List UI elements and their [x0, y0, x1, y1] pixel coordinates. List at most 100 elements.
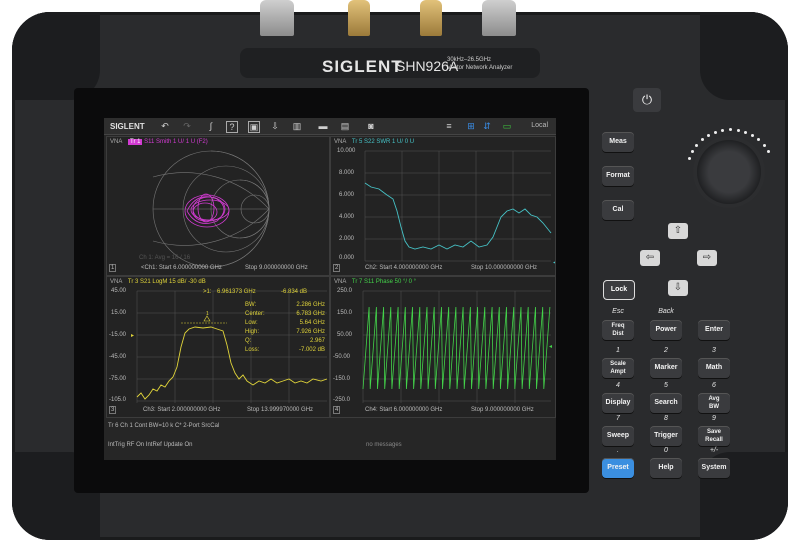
num-label: 6	[712, 382, 716, 389]
vna-display[interactable]: SIGLENT ↶ ↷ ∫ ? ▣ ⇩ ▥ ▬ ▤ ◙ ≡ ⊞ ⇵ ▭ Loca…	[104, 118, 556, 460]
menu-icon[interactable]: ≡	[444, 121, 454, 131]
y-tick: -75.00	[109, 376, 127, 382]
enter-button[interactable]: Enter	[698, 320, 730, 340]
freq-dist-button[interactable]: Freq Dist	[602, 320, 634, 340]
pane-swr[interactable]: VNA Tr 5 S22 SWR 1 U/ 0 U ◂ 10.000 8.00	[330, 136, 556, 276]
pane-number: 3	[109, 406, 117, 414]
trash-icon[interactable]: ▥	[292, 121, 302, 131]
arrow-down-icon: ⇩	[673, 282, 683, 293]
preset-button[interactable]: Preset	[602, 458, 634, 478]
pane-stop-freq: Stop 13.999970000 GHz	[247, 407, 314, 413]
pane-overlay-text: Ch 1: Avg = 16 / 16	[139, 255, 191, 261]
trigger-button[interactable]: Trigger	[650, 426, 682, 446]
help-doc-icon[interactable]: ?	[226, 121, 238, 133]
y-tick: -105.0	[109, 397, 127, 403]
bumper-top-right	[700, 12, 788, 100]
pane-start-freq: Ch3: Start 2.000000000 GHz	[143, 407, 221, 413]
marker-icon[interactable]: ⇩	[270, 121, 280, 131]
marker-freq: 6.961373 GHz	[217, 289, 256, 295]
brand-logo: SIGLENT	[322, 57, 403, 76]
open-folder-icon[interactable]: ▬	[318, 121, 328, 131]
stat-row: Low: 5.64 GHz	[245, 320, 325, 326]
undo-icon[interactable]: ↶	[160, 121, 170, 131]
svg-text:1: 1	[206, 311, 209, 317]
camera-icon[interactable]: ◙	[366, 121, 376, 131]
y-tick: -250.0	[333, 397, 351, 403]
pane-number: 2	[333, 264, 341, 272]
phase-plot: ◂	[362, 290, 552, 403]
num-label: 7	[616, 415, 620, 422]
marker-label: >1:	[203, 289, 212, 295]
message-area: no messages	[366, 442, 402, 448]
y-tick: 45.00	[111, 288, 127, 294]
pane-stop-freq: Stop 9.000000000 GHz	[245, 265, 308, 271]
knob-dot	[690, 150, 694, 153]
pane-start-freq: Ch2: Start 4.000000000 GHz	[365, 265, 443, 271]
cal-button[interactable]: Cal	[602, 200, 634, 220]
arrow-right-button[interactable]: ⇨	[697, 250, 717, 266]
pane-start-freq: Ch4: Start 6.000000000 GHz	[365, 407, 443, 413]
stat-row: Loss: -7.002 dB	[245, 347, 325, 353]
image-icon[interactable]: ▣	[248, 121, 260, 133]
format-button[interactable]: Format	[602, 166, 634, 186]
avg-bw-button[interactable]: Avg BW	[698, 393, 730, 413]
remote-mode-label: Local	[531, 122, 548, 129]
knob-dot	[736, 128, 740, 132]
sweep-button[interactable]: Sweep	[602, 426, 634, 446]
lock-button[interactable]: Lock	[603, 280, 635, 300]
y-tick: -150.0	[333, 376, 351, 382]
math-button[interactable]: Math	[698, 358, 730, 378]
search-button[interactable]: Search	[650, 393, 682, 413]
knob-dot	[687, 156, 691, 160]
scale-ampt-button[interactable]: Scale Ampt	[602, 358, 634, 378]
stat-row: Center: 6.783 GHz	[245, 311, 325, 317]
num-label: 1	[616, 347, 620, 354]
display-button[interactable]: Display	[602, 393, 634, 413]
num-label: 8	[664, 415, 668, 422]
power-level-button[interactable]: Power	[650, 320, 682, 340]
arrow-up-icon: ⇧	[673, 225, 683, 236]
rotary-knob[interactable]	[697, 140, 761, 204]
num-label: +/-	[709, 447, 719, 454]
y-tick: 2.000	[339, 236, 355, 242]
save-icon[interactable]: ▤	[340, 121, 350, 131]
port-connector-3	[420, 0, 442, 36]
y-tick: 8.000	[339, 170, 355, 176]
power-button[interactable]: ⏻	[633, 88, 661, 112]
num-label: 9	[712, 415, 716, 422]
battery-icon: ▭	[502, 121, 512, 131]
sweep-icon[interactable]: ∫	[206, 121, 216, 131]
network-icon: ⊞	[467, 121, 475, 131]
save-recall-button[interactable]: Save Recall	[698, 426, 730, 446]
toolbar: SIGLENT ↶ ↷ ∫ ? ▣ ⇩ ▥ ▬ ▤ ◙ ≡ ⊞ ⇵ ▭ Loca…	[104, 118, 556, 135]
pane-start-freq: <Ch1: Start 6.000000000 GHz	[141, 265, 222, 271]
knob-dot	[729, 128, 732, 131]
num-label: 2	[664, 347, 668, 354]
y-tick: 0.000	[339, 255, 355, 261]
redo-icon[interactable]: ↷	[182, 121, 192, 131]
meas-button[interactable]: Meas	[602, 132, 634, 152]
knob-dot	[713, 130, 717, 134]
stat-row: BW: 2.286 GHz	[245, 302, 325, 308]
arrow-up-button[interactable]: ⇧	[668, 223, 688, 239]
status-bar-trigger: IntTrig RF On IntRef Update On	[108, 442, 193, 448]
port-connector-4	[482, 0, 516, 36]
help-button[interactable]: Help	[650, 458, 682, 478]
stat-row: Q: 2.967	[245, 338, 325, 344]
pane-logm[interactable]: VNA Tr 3 S21 LogM 15 dB/ -30 dB 1 ▸ 45.0…	[106, 276, 330, 418]
y-tick: 4.000	[339, 214, 355, 220]
system-button[interactable]: System	[698, 458, 730, 478]
marker-button[interactable]: Marker	[650, 358, 682, 378]
power-icon: ⏻	[641, 92, 653, 107]
y-tick: 50.00	[337, 332, 353, 338]
y-tick: -45.00	[109, 354, 127, 360]
y-tick: 150.0	[337, 310, 353, 316]
pane-smith-chart[interactable]: VNA Tr 1 S11 Smith 1 U/ 1 U (F2) Ch 1: A…	[106, 136, 330, 276]
arrow-left-button[interactable]: ⇦	[640, 250, 660, 266]
usb-icon: ⇵	[483, 121, 491, 131]
pane-phase[interactable]: VNA Tr 7 S11 Phase 50 °/ 0 ° ◂ 250.0 150…	[330, 276, 556, 418]
num-label: 4	[616, 382, 620, 389]
toolbar-logo: SIGLENT	[110, 122, 145, 131]
arrow-down-button[interactable]: ⇩	[668, 280, 688, 296]
arrow-right-icon: ⇨	[702, 252, 712, 263]
